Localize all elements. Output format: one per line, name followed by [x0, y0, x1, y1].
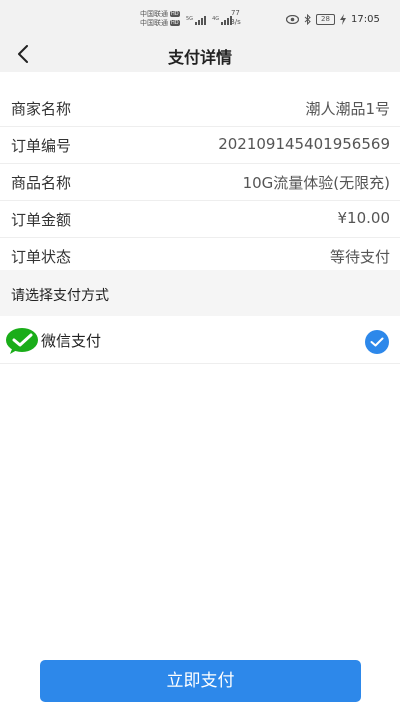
page-title: 支付详情 — [167, 48, 232, 67]
net-speed: 77 B/s — [230, 9, 241, 27]
row-value: ¥10.00 — [337, 209, 391, 227]
section-title: 请选择支付方式 — [11, 288, 109, 304]
carrier-2: 中国联通 — [140, 19, 168, 27]
signal-icons: 5G 4G — [186, 13, 233, 25]
row-label: 订单状态 — [11, 248, 72, 266]
row-label: 商品名称 — [11, 174, 72, 192]
hd-badge: HD — [170, 11, 180, 17]
status-bar: 中国联通 HD 中国联通 HD 5G 4G 77 B/s 28 17:05 — [0, 0, 400, 36]
row-label: 商家名称 — [11, 100, 72, 118]
payment-method-label: 微信支付 — [41, 332, 102, 350]
row-value: 潮人潮品1号 — [305, 100, 390, 118]
row-value: 10G流量体验(无限充) — [242, 174, 390, 192]
net-speed-value: 77 — [230, 9, 240, 17]
check-circle-icon[interactable] — [365, 330, 389, 354]
charging-icon — [340, 13, 346, 25]
wechat-icon — [6, 328, 38, 354]
order-info-row-product: 商品名称 10G流量体验(无限充) — [0, 164, 400, 201]
order-info-row-order-number: 订单编号 202109145401956569 — [0, 127, 400, 164]
payment-method-wechat[interactable]: 微信支付 — [0, 316, 400, 364]
row-label: 订单金额 — [11, 211, 72, 229]
page-header: 支付详情 — [0, 36, 400, 72]
order-info-row-merchant: 商家名称 潮人潮品1号 — [0, 90, 400, 127]
bluetooth-icon — [304, 13, 311, 25]
battery-level: 28 — [321, 14, 330, 23]
signal-icon: 5G — [186, 16, 207, 25]
hd-badge: HD — [170, 20, 180, 26]
row-value: 等待支付 — [329, 248, 390, 266]
row-label: 订单编号 — [11, 137, 72, 155]
battery-icon: 28 — [316, 13, 335, 25]
order-info-row-amount: 订单金额 ¥10.00 — [0, 201, 400, 238]
eye-icon — [286, 14, 299, 24]
payment-section-header: 请选择支付方式 — [0, 270, 400, 316]
row-value: 202109145401956569 — [218, 135, 390, 153]
clock: 17:05 — [351, 13, 380, 25]
checkmark-icon — [370, 337, 384, 347]
net-speed-unit: B/s — [230, 18, 241, 26]
system-icons: 28 17:05 — [286, 12, 380, 26]
carrier-1: 中国联通 — [140, 10, 168, 18]
carrier-info: 中国联通 HD 中国联通 HD — [140, 10, 180, 28]
pay-now-button[interactable]: 立即支付 — [40, 660, 361, 702]
